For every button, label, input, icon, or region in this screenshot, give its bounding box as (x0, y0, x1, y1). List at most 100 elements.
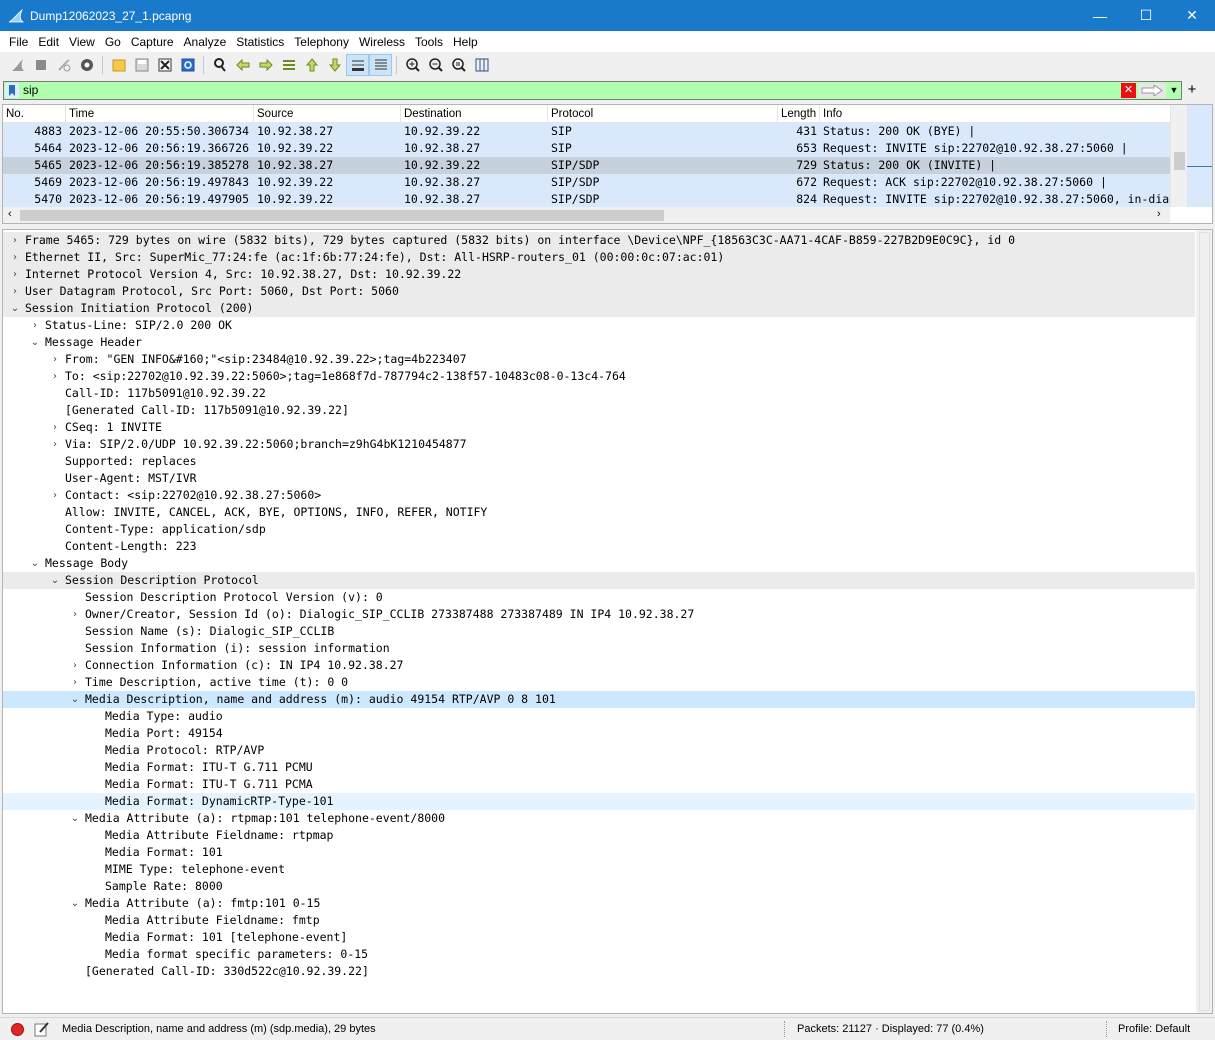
detail-tree-item[interactable]: Media Type: audio (3, 708, 1195, 725)
column-header-info[interactable]: Info (820, 105, 1170, 123)
display-filter-field[interactable]: ✕ ▼ (3, 81, 1182, 100)
first-packet-icon[interactable] (300, 54, 323, 76)
chevron-down-icon[interactable]: ⌄ (69, 895, 81, 912)
detail-tree-item[interactable]: › Via: SIP/2.0/UDP 10.92.39.22:5060;branc… (3, 436, 1195, 453)
detail-tree-item[interactable]: Content-Type: application/sdp (3, 521, 1195, 538)
restart-icon[interactable] (52, 54, 75, 76)
detail-tree-item[interactable]: Media Format: ITU-T G.711 PCMU (3, 759, 1195, 776)
detail-tree-item[interactable]: › Connection Information (c): IN IP4 10.9… (3, 657, 1195, 674)
menu-view[interactable]: View (64, 35, 100, 49)
chevron-down-icon[interactable]: ⌄ (29, 555, 41, 572)
detail-tree-item[interactable]: ⌄ Session Initiation Protocol (200) (3, 300, 1195, 317)
menu-statistics[interactable]: Statistics (231, 35, 289, 49)
chevron-right-icon[interactable]: › (49, 487, 61, 504)
chevron-down-icon[interactable]: ⌄ (9, 300, 21, 317)
display-filter-input[interactable] (23, 82, 1113, 99)
detail-tree-item[interactable]: › Time Description, active time (t): 0 0 (3, 674, 1195, 691)
expert-info-status-icon[interactable] (11, 1023, 24, 1036)
column-header-time[interactable]: Time (66, 105, 254, 123)
detail-tree-item[interactable]: ⌄ Message Header (3, 334, 1195, 351)
detail-tree-item[interactable]: Media Attribute Fieldname: fmtp (3, 912, 1195, 929)
back-arrow-icon[interactable] (231, 54, 254, 76)
scroll-left-icon[interactable]: ‹ (8, 208, 12, 220)
scroll-right-icon[interactable]: › (1157, 208, 1161, 220)
detail-tree-item[interactable]: Media format specific parameters: 0-15 (3, 946, 1195, 963)
zoom-in-icon[interactable] (401, 54, 424, 76)
menu-go[interactable]: Go (100, 35, 126, 49)
menu-file[interactable]: File (4, 35, 33, 49)
search-icon[interactable] (208, 54, 231, 76)
goto-packet-icon[interactable] (277, 54, 300, 76)
detail-tree-item[interactable]: Supported: replaces (3, 453, 1195, 470)
detail-tree-item[interactable]: › Frame 5465: 729 bytes on wire (5832 bit… (3, 232, 1195, 249)
detail-tree-item[interactable]: › CSeq: 1 INVITE (3, 419, 1195, 436)
chevron-right-icon[interactable]: › (49, 351, 61, 368)
menu-help[interactable]: Help (448, 35, 483, 49)
detail-tree-item[interactable]: Media Format: ITU-T G.711 PCMA (3, 776, 1195, 793)
last-packet-icon[interactable] (323, 54, 346, 76)
clear-filter-icon[interactable]: ✕ (1121, 83, 1136, 98)
chevron-right-icon[interactable]: › (29, 317, 41, 334)
menu-telephony[interactable]: Telephony (289, 35, 354, 49)
detail-tree-item[interactable]: Media Port: 49154 (3, 725, 1195, 742)
detail-tree-item[interactable]: User-Agent: MST/IVR (3, 470, 1195, 487)
chevron-right-icon[interactable]: › (69, 674, 81, 691)
detail-tree-item[interactable]: [Generated Call-ID: 330d522c@10.92.39.22… (3, 963, 1195, 980)
zoom-normal-icon[interactable] (447, 54, 470, 76)
column-header-protocol[interactable]: Protocol (548, 105, 778, 123)
maximize-button[interactable]: ☐ (1123, 0, 1169, 31)
detail-tree-item[interactable]: Media Attribute Fieldname: rtpmap (3, 827, 1195, 844)
scrollbar-thumb[interactable] (20, 210, 664, 221)
chevron-down-icon[interactable]: ⌄ (69, 691, 81, 708)
packet-row[interactable]: 5470 2023-12-06 20:56:19.497905 10.92.39… (3, 191, 1170, 207)
detail-tree-item[interactable]: Call-ID: 117b5091@10.92.39.22 (3, 385, 1195, 402)
colorize-icon[interactable] (369, 54, 392, 76)
reload-icon[interactable] (176, 54, 199, 76)
packet-row[interactable]: 5469 2023-12-06 20:56:19.497843 10.92.39… (3, 174, 1170, 191)
scrollbar-thumb[interactable] (1174, 152, 1185, 170)
chevron-right-icon[interactable]: › (49, 368, 61, 385)
detail-tree-item[interactable]: Session Information (i): session informa… (3, 640, 1195, 657)
packet-row-selected[interactable]: 5465 2023-12-06 20:56:19.385278 10.92.38… (3, 157, 1170, 174)
chevron-down-icon[interactable]: ▼ (1168, 83, 1180, 98)
detail-tree-item[interactable]: Allow: INVITE, CANCEL, ACK, BYE, OPTIONS… (3, 504, 1195, 521)
detail-tree-item[interactable]: › To: <sip:22702@10.92.39.22:5060>;tag=1e… (3, 368, 1195, 385)
packet-list-horizontal-scrollbar[interactable]: ‹ › (3, 207, 1170, 223)
chevron-right-icon[interactable]: › (49, 436, 61, 453)
chevron-down-icon[interactable]: ⌄ (49, 572, 61, 589)
detail-tree-item[interactable]: [Generated Call-ID: 117b5091@10.92.39.22… (3, 402, 1195, 419)
detail-tree-item[interactable]: › Internet Protocol Version 4, Src: 10.92… (3, 266, 1195, 283)
packet-minimap[interactable] (1187, 105, 1212, 207)
status-profile[interactable]: Profile: Default (1118, 1018, 1190, 1040)
detail-tree-item[interactable]: ⌄ Media Attribute (a): fmtp:101 0-15 (3, 895, 1195, 912)
menu-edit[interactable]: Edit (33, 35, 64, 49)
details-vertical-scrollbar[interactable] (1196, 230, 1212, 1013)
options-gear-icon[interactable] (75, 54, 98, 76)
column-header-no[interactable]: No. (3, 105, 66, 123)
apply-filter-arrow-icon[interactable] (1138, 83, 1166, 98)
detail-tree-item[interactable]: Media Format: 101 (3, 844, 1195, 861)
stop-icon[interactable] (29, 54, 52, 76)
detail-tree-item[interactable]: Media Protocol: RTP/AVP (3, 742, 1195, 759)
column-header-length[interactable]: Length (778, 105, 820, 123)
detail-tree-item[interactable]: MIME Type: telephone-event (3, 861, 1195, 878)
packet-row[interactable]: 5464 2023-12-06 20:56:19.366726 10.92.39… (3, 140, 1170, 157)
chevron-down-icon[interactable]: ⌄ (29, 334, 41, 351)
chevron-right-icon[interactable]: › (69, 657, 81, 674)
bookmark-icon[interactable] (5, 83, 19, 98)
chevron-right-icon[interactable]: › (9, 232, 21, 249)
column-header-source[interactable]: Source (254, 105, 401, 123)
chevron-right-icon[interactable]: › (9, 249, 21, 266)
detail-tree-item[interactable]: ⌄ Session Description Protocol (3, 572, 1195, 589)
zoom-out-icon[interactable] (424, 54, 447, 76)
edit-comment-icon[interactable] (34, 1021, 50, 1037)
detail-tree-item[interactable]: › User Datagram Protocol, Src Port: 5060,… (3, 283, 1195, 300)
minimize-button[interactable]: — (1077, 0, 1123, 31)
close-file-icon[interactable] (153, 54, 176, 76)
detail-tree-item[interactable]: › From: "GEN INFO&#160;"<sip:23484@10.92.… (3, 351, 1195, 368)
detail-tree-item[interactable]: ⌄ Media Description, name and address (m)… (3, 691, 1195, 708)
autoscroll-icon[interactable] (346, 54, 369, 76)
open-folder-icon[interactable] (107, 54, 130, 76)
detail-tree-item[interactable]: Content-Length: 223 (3, 538, 1195, 555)
detail-tree-item[interactable]: › Ethernet II, Src: SuperMic_77:24:fe (ac… (3, 249, 1195, 266)
